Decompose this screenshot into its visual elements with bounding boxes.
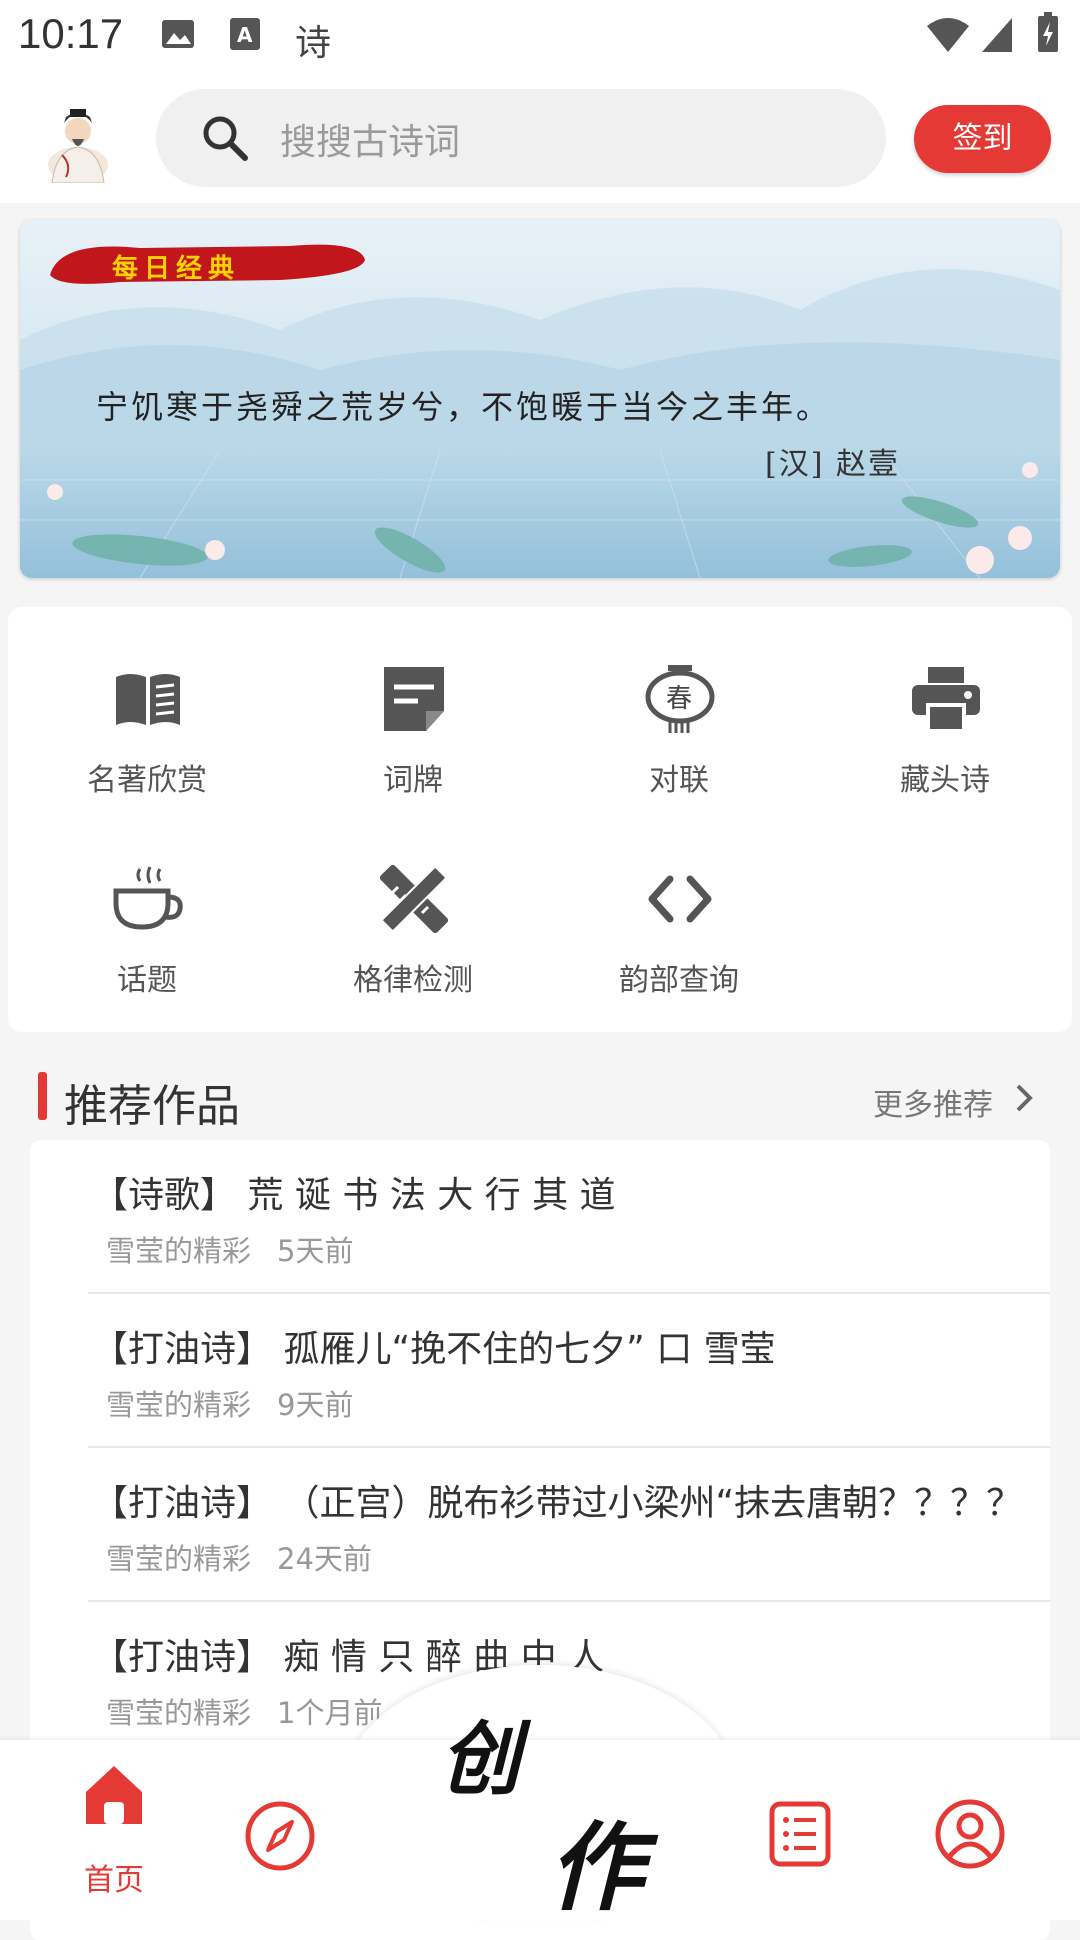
item-meta: 雪莹的精彩 24天前: [106, 1536, 398, 1578]
search-bar[interactable]: 搜搜古诗词: [156, 89, 886, 187]
search-placeholder: 搜搜古诗词: [280, 122, 461, 163]
coffee-icon: [113, 866, 183, 930]
font-download-icon: A: [230, 18, 260, 50]
list-icon: [769, 1801, 831, 1867]
tools-icon: [379, 864, 449, 934]
item-time: 9天前: [277, 1388, 354, 1422]
feature-acrostic[interactable]: 藏头诗: [812, 663, 1078, 843]
image-icon: [162, 20, 194, 48]
item-meta: 雪莹的精彩 1个月前: [106, 1690, 408, 1732]
signal-icon: [982, 18, 1012, 52]
item-author: 雪莹的精彩: [106, 1388, 252, 1422]
notification-poem-char: 诗: [295, 23, 332, 64]
feature-topics[interactable]: 话题: [14, 863, 280, 1043]
feature-meter-check[interactable]: 格律检测: [280, 863, 546, 1043]
feature-label: 韵部查询: [619, 963, 739, 998]
feature-label: 格律检测: [353, 963, 473, 998]
feature-grid: 名著欣赏 词牌 春 对联 藏头诗 话题 格律检测 韵部查询: [8, 607, 1072, 1032]
nav-list[interactable]: [768, 1800, 832, 1872]
status-time: 10:17: [18, 10, 124, 57]
home-icon: [86, 1766, 142, 1824]
item-author: 雪莹的精彩: [106, 1696, 252, 1730]
section-accent-bar: [38, 1072, 47, 1120]
feature-label: 藏头诗: [900, 763, 990, 798]
search-icon: [203, 116, 248, 161]
create-char-1[interactable]: 创: [440, 1695, 520, 1811]
item-meta: 雪莹的精彩 5天前: [106, 1228, 379, 1270]
note-icon: [384, 667, 444, 731]
feature-label: 名著欣赏: [87, 763, 207, 798]
bottom-nav: [0, 1740, 1080, 1920]
battery-charging-icon: [1038, 12, 1058, 52]
list-item[interactable]: 【诗歌】 荒 诞 书 法 大 行 其 道 雪莹的精彩 5天前: [60, 1140, 1050, 1294]
item-author: 雪莹的精彩: [106, 1234, 252, 1268]
feature-cipai[interactable]: 词牌: [280, 663, 546, 843]
more-recommend-link[interactable]: 更多推荐: [873, 1080, 993, 1124]
banner-author: [汉] 赵壹: [765, 447, 900, 482]
feature-label: 话题: [117, 963, 177, 998]
nav-home-label[interactable]: 首页: [84, 1855, 144, 1899]
svg-text:A: A: [237, 23, 253, 47]
item-time: 5天前: [277, 1234, 354, 1268]
svg-text:春: 春: [666, 684, 692, 714]
book-icon: [116, 674, 180, 725]
printer-icon: [912, 667, 980, 733]
item-title: 【打油诗】 （正宫）脱布衫带过小梁州“抹去唐朝？？？？: [92, 1483, 1023, 1524]
poet-avatar[interactable]: [42, 95, 114, 183]
item-meta: 雪莹的精彩 9天前: [106, 1382, 379, 1424]
feature-label: 词牌: [383, 763, 443, 798]
daily-classic-banner[interactable]: 每日经典 宁饥寒于尧舜之荒岁兮，不饱暖于当今之丰年。 [汉] 赵壹: [20, 220, 1060, 578]
compass-icon: [245, 1801, 315, 1871]
nav-discover[interactable]: [244, 1800, 316, 1876]
top-header: 搜搜古诗词 签到: [0, 75, 1080, 203]
nav-home[interactable]: [82, 1762, 146, 1830]
feature-label: 对联: [649, 763, 709, 798]
list-item[interactable]: 【打油诗】 孤雁儿“挽不住的七夕” 口 雪莹 雪莹的精彩 9天前: [60, 1294, 1050, 1448]
create-char-2[interactable]: 作: [548, 1790, 644, 1929]
item-title: 【诗歌】 荒 诞 书 法 大 行 其 道: [92, 1175, 616, 1216]
banner-tag: 每日经典: [112, 254, 241, 284]
item-author: 雪莹的精彩: [106, 1542, 252, 1576]
status-bar: 10:17 A 诗: [0, 0, 1080, 75]
user-profile-icon: [935, 1799, 1005, 1869]
recommend-title: 推荐作品: [64, 1081, 240, 1132]
feature-rhyme-lookup[interactable]: 韵部查询: [546, 863, 812, 1043]
item-time: 1个月前: [277, 1696, 383, 1730]
signin-button[interactable]: 签到: [914, 105, 1051, 173]
item-time: 24天前: [277, 1542, 372, 1576]
feature-classics[interactable]: 名著欣赏: [14, 663, 280, 843]
nav-profile[interactable]: [934, 1798, 1006, 1874]
code-icon: [648, 875, 712, 923]
list-item[interactable]: 【打油诗】 （正宫）脱布衫带过小梁州“抹去唐朝？？？？ 雪莹的精彩 24天前: [60, 1448, 1050, 1602]
feature-couplet[interactable]: 春 对联: [546, 663, 812, 843]
couplet-icon: 春: [645, 665, 715, 733]
banner-quote: 宁饥寒于尧舜之荒岁兮，不饱暖于当今之丰年。: [96, 388, 832, 426]
item-title: 【打油诗】 孤雁儿“挽不住的七夕” 口 雪莹: [92, 1329, 776, 1370]
wifi-icon: [927, 18, 969, 52]
chevron-right-icon[interactable]: [1010, 1082, 1038, 1114]
